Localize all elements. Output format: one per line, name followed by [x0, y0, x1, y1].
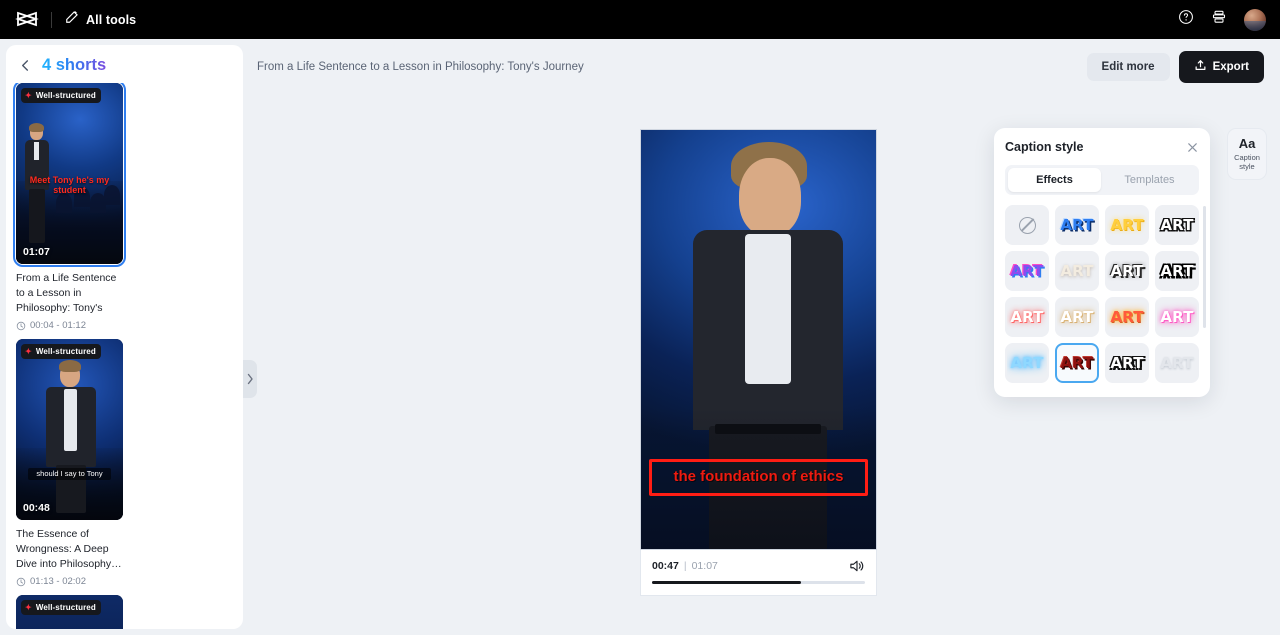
- no-style-icon: [1018, 216, 1036, 234]
- speaker-icon: [850, 560, 864, 572]
- main-panel: From a Life Sentence to a Lesson in Phil…: [243, 45, 1274, 629]
- style-option-12[interactable]: ART: [1155, 297, 1199, 337]
- speaker-figure: [46, 360, 96, 513]
- video-canvas[interactable]: the foundation of ethics: [640, 129, 877, 550]
- style-option-none[interactable]: [1005, 205, 1049, 245]
- right-dock: Aa Caption style: [1227, 128, 1267, 180]
- timerange-label: 00:04 - 01:12: [30, 320, 86, 331]
- status-badge: ✦ Well-structured: [21, 88, 101, 103]
- capcut-logo-icon[interactable]: [14, 8, 40, 32]
- timerange-label: 01:13 - 02:02: [30, 576, 86, 587]
- top-bar: All tools: [0, 0, 1280, 39]
- style-option-8[interactable]: ART: [1155, 251, 1199, 291]
- short-card-1[interactable]: ✦ Well-structured Meet Tony he's my stud…: [13, 83, 126, 331]
- chevron-right-icon: [247, 373, 253, 385]
- short-thumbnail[interactable]: ✦ Well-structured should I say to Tony 0…: [16, 339, 123, 520]
- style-option-9[interactable]: ART: [1005, 297, 1049, 337]
- sparkle-icon: ✦: [25, 602, 32, 612]
- sidebar-collapse-handle[interactable]: [243, 360, 257, 398]
- badge-label: Well-structured: [35, 347, 96, 356]
- style-option-5[interactable]: ART: [1005, 251, 1049, 291]
- help-circle-icon[interactable]: [1178, 9, 1194, 30]
- shorts-list[interactable]: ✦ Well-structured Meet Tony he's my stud…: [6, 83, 243, 629]
- video-caption: the foundation of ethics: [673, 468, 844, 486]
- avatar[interactable]: [1244, 8, 1266, 31]
- tab-templates[interactable]: Templates: [1103, 168, 1196, 192]
- volume-button[interactable]: [849, 559, 865, 573]
- short-card-3[interactable]: ✦ Well-structured they 00:39 Unlocking t…: [16, 595, 123, 629]
- all-tools-button[interactable]: All tools: [65, 10, 136, 29]
- progress-track[interactable]: [652, 581, 865, 584]
- status-badge: ✦ Well-structured: [21, 344, 101, 359]
- time-separator: |: [683, 560, 687, 572]
- panel-scrollbar[interactable]: [1203, 206, 1206, 328]
- style-option-6[interactable]: ART: [1055, 251, 1099, 291]
- player-controls: 00:47 | 01:07: [640, 550, 877, 596]
- magic-wand-icon: [65, 10, 79, 29]
- apps-box-icon[interactable]: [1211, 9, 1227, 30]
- sparkle-icon: ✦: [25, 90, 32, 100]
- style-option-10[interactable]: ART: [1055, 297, 1099, 337]
- sparkle-icon: ✦: [25, 346, 32, 356]
- current-time: 00:47: [652, 560, 679, 572]
- clock-icon: [16, 321, 26, 331]
- dock-button-label: Caption style: [1234, 153, 1260, 172]
- edit-more-button[interactable]: Edit more: [1086, 53, 1170, 81]
- tab-effects[interactable]: Effects: [1008, 168, 1101, 192]
- style-option-14-selected[interactable]: ART: [1055, 343, 1099, 383]
- video-player: the foundation of ethics 00:47 | 01:07: [640, 129, 877, 596]
- style-option-13[interactable]: ART: [1005, 343, 1049, 383]
- status-badge: ✦ Well-structured: [21, 600, 101, 615]
- style-option-4[interactable]: ART: [1155, 205, 1199, 245]
- video-title: From a Life Sentence to a Lesson in Phil…: [257, 61, 584, 73]
- style-option-7[interactable]: ART: [1105, 251, 1149, 291]
- total-time: 01:07: [691, 560, 718, 572]
- caption-style-tabs: Effects Templates: [1005, 165, 1199, 195]
- short-title: From a Life Sentence to a Lesson in Phil…: [16, 272, 117, 315]
- page-title: 4 shorts: [42, 56, 107, 74]
- duration-label: 00:48: [23, 502, 50, 514]
- divider: [51, 11, 52, 28]
- clock-icon: [16, 577, 26, 587]
- style-option-16[interactable]: ART: [1155, 343, 1199, 383]
- chevron-left-icon[interactable]: [18, 59, 32, 73]
- caption-style-dock-button[interactable]: Aa Caption style: [1227, 128, 1267, 180]
- close-x-icon[interactable]: [1186, 141, 1199, 154]
- badge-label: Well-structured: [35, 603, 96, 612]
- short-timerange: 00:04 - 01:12: [16, 320, 123, 331]
- style-option-2[interactable]: ART: [1055, 205, 1099, 245]
- aa-icon: Aa: [1238, 136, 1256, 151]
- caption-style-panel: Caption style Effects Templates ART ART …: [994, 128, 1210, 397]
- thumbnail-caption: should I say to Tony: [28, 467, 111, 481]
- short-thumbnail[interactable]: ✦ Well-structured Meet Tony he's my stud…: [13, 83, 126, 267]
- short-timerange: 01:13 - 02:02: [16, 576, 123, 587]
- caption-selection-box[interactable]: the foundation of ethics: [649, 459, 868, 496]
- thumbnail-caption: Meet Tony he's my student: [29, 174, 110, 195]
- short-card-2[interactable]: ✦ Well-structured should I say to Tony 0…: [16, 339, 123, 587]
- short-thumbnail[interactable]: ✦ Well-structured they 00:39: [16, 595, 123, 629]
- caption-style-grid: ART ART ART ART ART ART ART ART ART ART …: [1005, 205, 1199, 383]
- all-tools-label: All tools: [86, 12, 137, 27]
- panel-title: Caption style: [1005, 140, 1084, 154]
- main-header: From a Life Sentence to a Lesson in Phil…: [243, 45, 1274, 89]
- export-label: Export: [1212, 61, 1249, 73]
- short-title: The Essence of Wrongness: A Deep Dive in…: [16, 528, 122, 571]
- duration-label: 01:07: [23, 246, 50, 258]
- style-option-15[interactable]: ART: [1105, 343, 1149, 383]
- badge-label: Well-structured: [35, 91, 96, 100]
- progress-fill: [652, 581, 802, 584]
- style-option-3[interactable]: ART: [1105, 205, 1149, 245]
- upload-icon: [1194, 59, 1207, 75]
- export-button[interactable]: Export: [1178, 51, 1264, 83]
- shorts-sidebar: 4 shorts ✦ Well-structured Meet Tony he'…: [6, 45, 243, 629]
- style-option-11[interactable]: ART: [1105, 297, 1149, 337]
